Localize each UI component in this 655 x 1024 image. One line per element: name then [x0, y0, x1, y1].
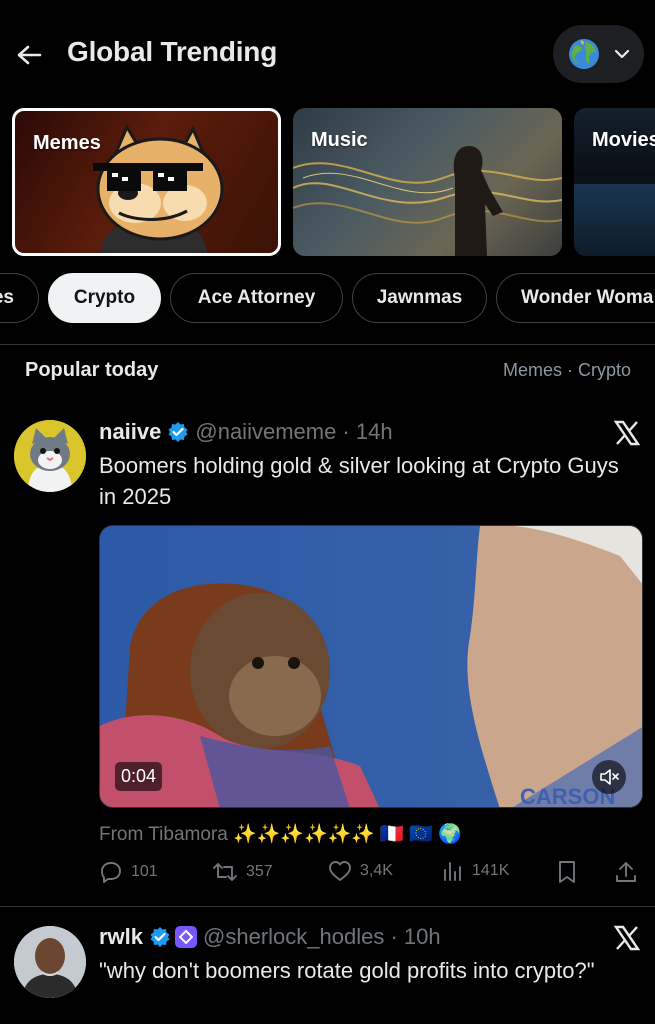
avatar[interactable] [14, 926, 86, 998]
section-title: Popular today [25, 359, 159, 381]
bookmark-icon [559, 861, 575, 883]
x-logo-icon[interactable] [613, 419, 641, 447]
video-thumbnail: CARSON [100, 526, 642, 807]
author-name[interactable]: rwlk [99, 924, 143, 950]
verified-badge-icon [149, 926, 171, 948]
topic-chips: es Crypto Ace Attorney Jawnmas Wonder Wo… [0, 273, 655, 323]
post-header: naiive @naiivememe · 14h [99, 419, 393, 445]
author-name[interactable]: naiive [99, 419, 161, 445]
mute-button[interactable] [592, 760, 626, 794]
post-text: Boomers holding gold & silver looking at… [99, 453, 619, 509]
region-selector-button[interactable] [553, 25, 644, 83]
post-text: "why don't boomers rotate gold profits i… [99, 958, 595, 983]
share-icon [616, 862, 636, 882]
divider [0, 344, 655, 345]
chip-label: Jawnmas [376, 287, 463, 308]
author-handle[interactable]: @naiivememe · 14h [195, 419, 392, 445]
views-button[interactable]: 141K [442, 860, 509, 882]
chip-label: Crypto [73, 287, 136, 308]
chip-jawnmas[interactable]: Jawnmas [352, 273, 487, 323]
repost-icon [213, 863, 237, 881]
cat-avatar-image [14, 420, 86, 492]
heart-icon [329, 861, 351, 881]
affiliate-badge-icon [175, 926, 198, 948]
globe-icon [568, 39, 599, 69]
category-card-memes[interactable]: Memes [12, 108, 281, 256]
avatar[interactable] [14, 420, 86, 492]
author-handle[interactable]: @sherlock_hodles · 10h [203, 924, 441, 950]
back-arrow-icon [17, 45, 42, 65]
person-avatar-image [14, 926, 86, 998]
volume-muted-icon [600, 769, 619, 785]
like-count: 3,4K [360, 862, 393, 879]
like-button[interactable]: 3,4K [328, 860, 393, 882]
post-header: rwlk @sherlock_hodles · 10h [99, 924, 441, 950]
verified-badge-icon [167, 421, 189, 443]
category-card-music[interactable]: Music [293, 108, 562, 256]
bookmark-button[interactable] [557, 860, 577, 884]
reply-icon [101, 862, 121, 883]
category-cards: Memes Music Movies [0, 108, 655, 256]
category-card-movies[interactable]: Movies [574, 108, 655, 256]
chevron-down-icon [614, 49, 629, 59]
back-button[interactable] [14, 38, 44, 72]
divider [0, 906, 655, 907]
chip-es[interactable]: es [0, 273, 39, 323]
header: Global Trending [0, 0, 655, 108]
repost-count: 357 [246, 863, 273, 880]
chip-label: Ace Attorney [197, 287, 316, 308]
quoted-source[interactable]: From Tibamora ✨✨✨✨✨✨ 🇫🇷 🇪🇺 🌍 [99, 822, 462, 846]
chip-label: es [0, 287, 14, 308]
view-count: 141K [472, 862, 510, 879]
video-time: 0:04 [115, 762, 163, 791]
section-meta: Memes · Crypto [502, 360, 631, 380]
views-icon [444, 862, 461, 881]
page-title: Global Trending [67, 36, 278, 67]
share-button[interactable] [615, 860, 637, 884]
chip-ace-attorney[interactable]: Ace Attorney [170, 273, 343, 323]
x-logo-icon[interactable] [613, 924, 641, 952]
category-card-label: Memes [33, 132, 101, 154]
repost-button[interactable]: 357 [212, 860, 273, 884]
category-card-label: Movies [592, 129, 655, 151]
chip-label: Wonder Woma [521, 287, 654, 308]
category-card-label: Music [311, 129, 368, 151]
video-player[interactable]: CARSON 0:04 [99, 525, 643, 808]
chip-wonder-woman[interactable]: Wonder Woma [496, 273, 655, 323]
reply-count: 101 [131, 863, 158, 880]
post-actions: 101 357 3,4K 141K [99, 860, 644, 888]
chip-crypto[interactable]: Crypto [48, 273, 161, 323]
reply-button[interactable]: 101 [99, 860, 158, 884]
